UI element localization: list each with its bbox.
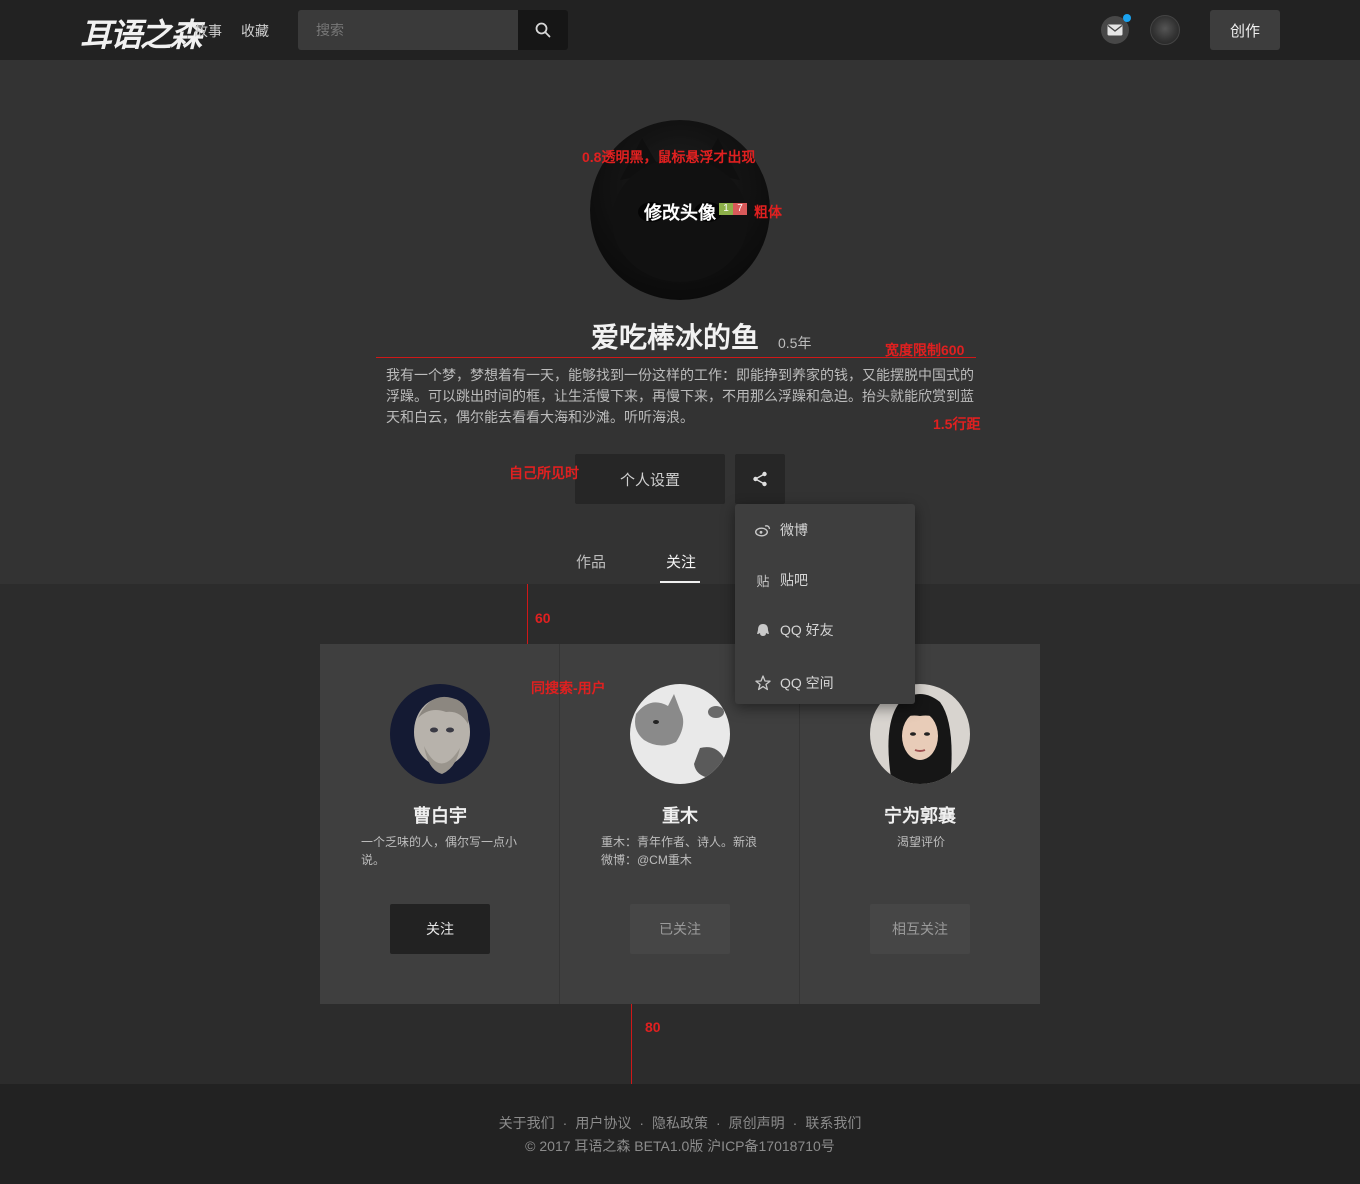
footer: 关于我们 · 用户协议 · 隐私政策 · 原创声明 · 联系我们 © 2017 耳语之森 BET… bbox=[0, 1084, 1360, 1184]
search-icon bbox=[535, 22, 551, 38]
annotation-width-line bbox=[376, 357, 976, 358]
tab-works[interactable]: 作品 bbox=[576, 551, 606, 572]
statue-portrait-image bbox=[390, 684, 490, 784]
footer-link-contact[interactable]: 联系我们 bbox=[805, 1115, 861, 1131]
footer-link-terms[interactable]: 用户协议 bbox=[575, 1115, 631, 1131]
footer-link-privacy[interactable]: 隐私政策 bbox=[652, 1115, 708, 1131]
annotation-self-visible-note: 自己所见时 bbox=[509, 465, 579, 481]
annotation-bold-note: 粗体 bbox=[754, 204, 782, 220]
user-card-name[interactable]: 曹白宇 bbox=[320, 802, 560, 828]
footer-links: 关于我们 · 用户协议 · 隐私政策 · 原创声明 · 联系我们 bbox=[498, 1115, 862, 1131]
star-icon bbox=[755, 675, 771, 691]
share-qq-zone[interactable]: QQ 空间 bbox=[755, 673, 834, 693]
cat-photo-image bbox=[630, 684, 730, 784]
following-list: 曹白宇 一个乏味的人，偶尔写一点小说。 关注 重木 重木：青年作者、诗人。新浪微… bbox=[320, 644, 1040, 1004]
follow-button[interactable]: 关注 bbox=[390, 904, 490, 954]
nav-stories[interactable]: 故事 bbox=[194, 21, 222, 41]
qq-icon bbox=[755, 622, 771, 638]
annotation-overlay-note: 0.8透明黑，鼠标悬浮才出现 bbox=[582, 149, 756, 165]
user-card-description: 一个乏味的人，偶尔写一点小说。 bbox=[361, 835, 518, 867]
create-button[interactable]: 创作 bbox=[1210, 10, 1280, 50]
share-tieba[interactable]: 贴 贴吧 bbox=[755, 570, 808, 590]
badge-digit: 7 bbox=[733, 203, 747, 215]
annotation-gap-bottom: 80 bbox=[645, 1019, 661, 1035]
mail-icon bbox=[1107, 24, 1123, 36]
annotation-same-search-note: 同搜索-用户 bbox=[531, 680, 606, 696]
active-tab-indicator bbox=[660, 581, 700, 583]
share-dropdown-menu: 微博 贴 贴吧 QQ 好友 QQ 空间 bbox=[735, 504, 915, 704]
user-card: 曹白宇 一个乏味的人，偶尔写一点小说。 关注 bbox=[320, 644, 560, 1004]
footer-link-original[interactable]: 原创声明 bbox=[729, 1115, 785, 1131]
nav-favorites[interactable]: 收藏 bbox=[241, 21, 269, 41]
share-item-label: 微博 bbox=[780, 522, 808, 538]
annotation-gap-line-top bbox=[527, 584, 528, 644]
edit-avatar-badge: 1 7 bbox=[719, 203, 747, 215]
user-card-name[interactable]: 重木 bbox=[560, 802, 800, 828]
unread-badge bbox=[1123, 14, 1131, 22]
footer-copyright: © 2017 耳语之森 BETA1.0版 沪ICP备17018710号 bbox=[525, 1138, 835, 1154]
site-logo[interactable]: 耳语之森 bbox=[80, 10, 202, 56]
share-qq-friends[interactable]: QQ 好友 bbox=[755, 620, 834, 640]
badge-digit: 1 bbox=[719, 203, 733, 215]
user-card-avatar[interactable] bbox=[630, 684, 730, 784]
edit-avatar-label[interactable]: 修改头像 bbox=[644, 199, 716, 225]
mutual-follow-button[interactable]: 相互关注 bbox=[870, 904, 970, 954]
annotation-gap-top: 60 bbox=[535, 610, 551, 626]
membership-duration: 0.5年 bbox=[778, 335, 812, 351]
user-card-avatar[interactable] bbox=[390, 684, 490, 784]
user-card-name[interactable]: 宁为郭襄 bbox=[800, 802, 1040, 828]
profile-bio: 我有一个梦，梦想着有一天，能够找到一份这样的工作：即能挣到养家的钱，又能摆脱中国… bbox=[386, 367, 974, 425]
weibo-icon bbox=[755, 522, 771, 538]
share-icon bbox=[753, 471, 767, 487]
share-item-label: QQ 空间 bbox=[780, 675, 834, 691]
user-card-description: 重木：青年作者、诗人。新浪微博：@CM重木 bbox=[601, 835, 758, 867]
tieba-icon: 贴 bbox=[756, 573, 770, 589]
share-item-label: QQ 好友 bbox=[780, 622, 834, 638]
annotation-gap-line-bottom bbox=[631, 1004, 632, 1084]
search-input[interactable] bbox=[298, 10, 518, 50]
personal-settings-button[interactable]: 个人设置 bbox=[575, 454, 725, 504]
share-button[interactable] bbox=[735, 454, 785, 504]
share-weibo[interactable]: 微博 bbox=[755, 520, 808, 540]
user-card-description: 渴望评价 bbox=[896, 835, 945, 849]
user-avatar[interactable] bbox=[1150, 15, 1180, 45]
footer-link-about[interactable]: 关于我们 bbox=[499, 1115, 555, 1131]
share-item-label: 贴吧 bbox=[780, 572, 808, 588]
profile-username: 爱吃棒冰的鱼 bbox=[591, 322, 760, 353]
tab-following[interactable]: 关注 bbox=[666, 551, 696, 572]
annotation-line-height-note: 1.5行距 bbox=[933, 416, 981, 432]
followed-button[interactable]: 已关注 bbox=[630, 904, 730, 954]
search-button[interactable] bbox=[518, 10, 568, 50]
